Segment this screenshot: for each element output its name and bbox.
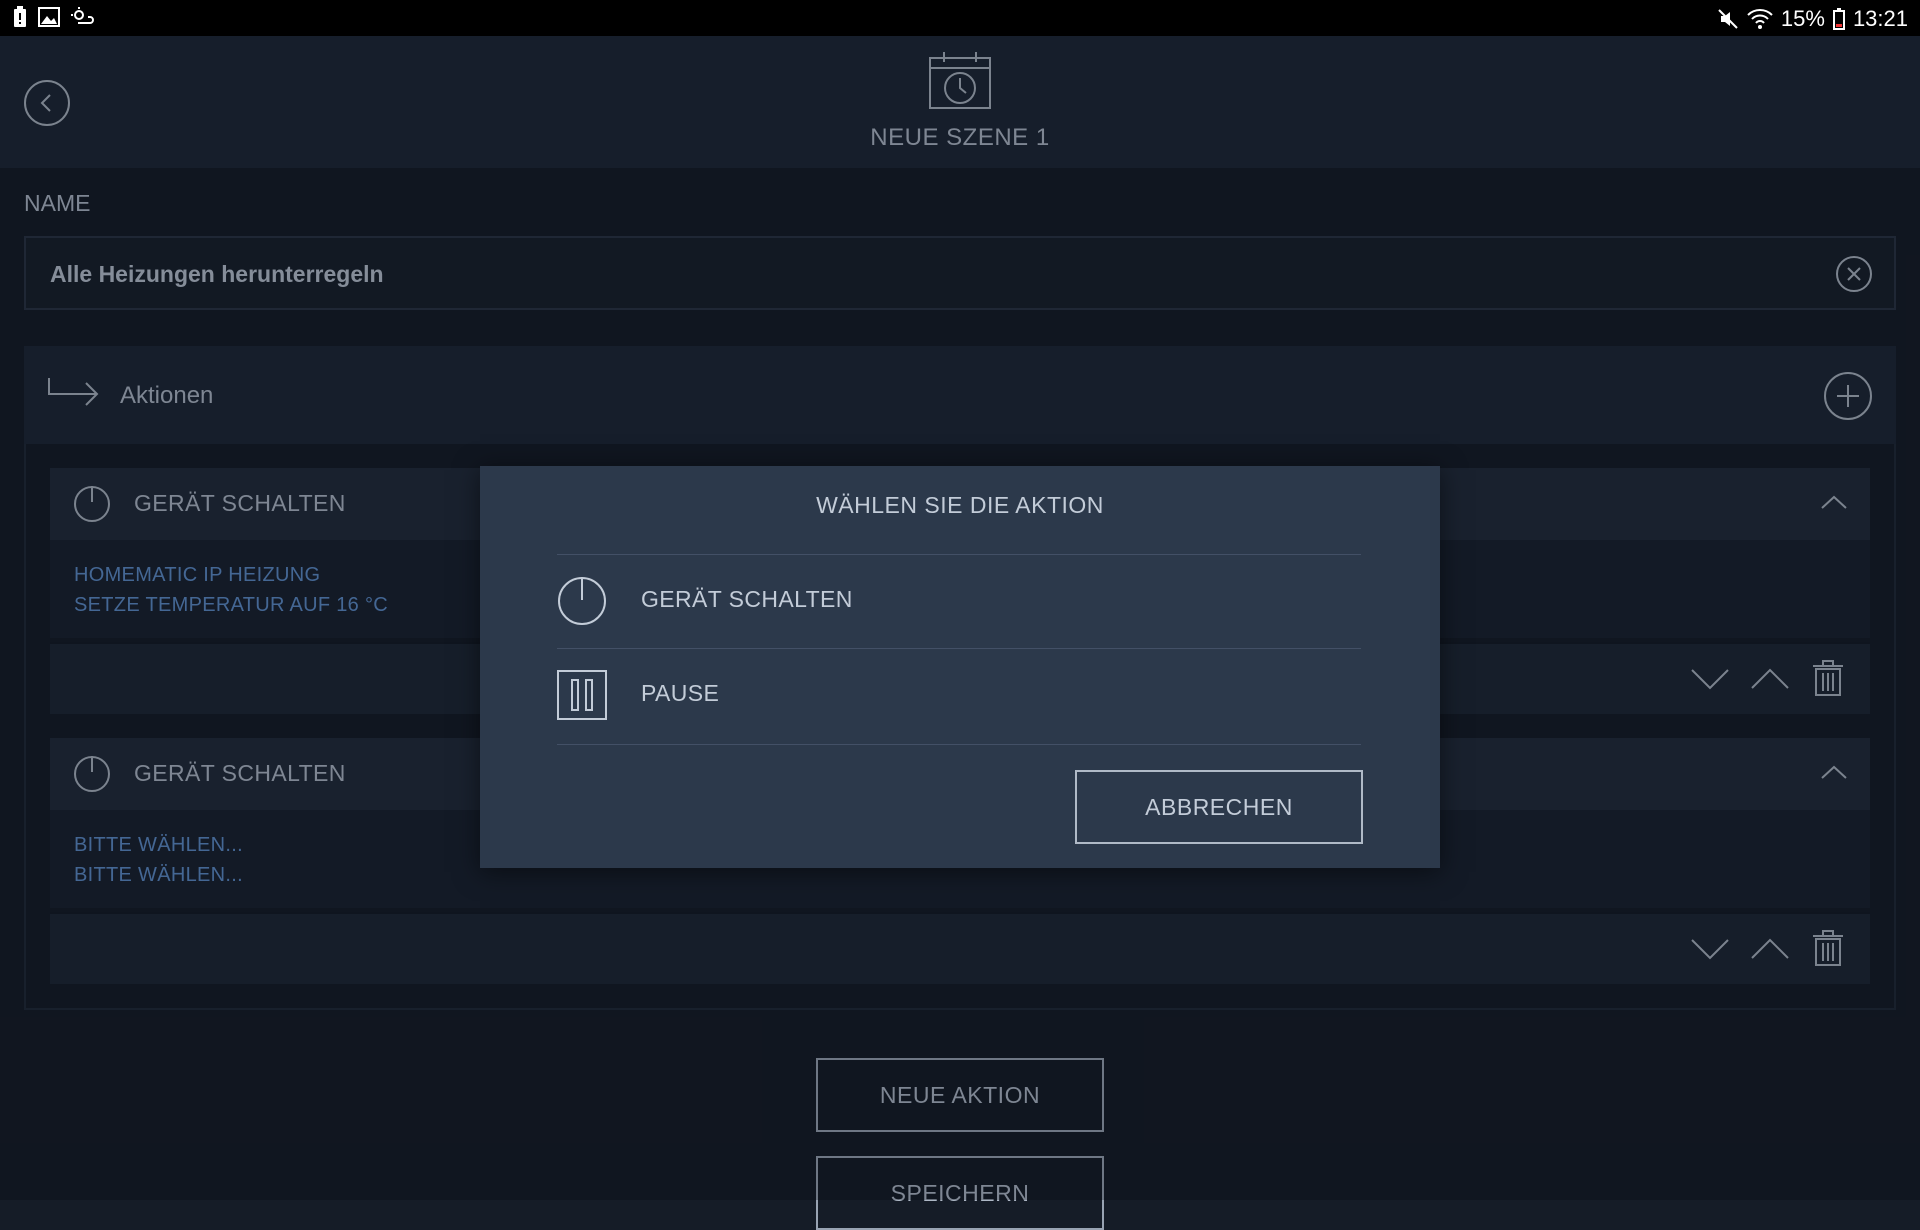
choose-action-dialog: WÄHLEN SIE DIE AKTION GERÄT SCHALTEN PAU… xyxy=(480,466,1440,868)
battery-icon xyxy=(1832,8,1845,30)
battery-percent: 15% xyxy=(1780,6,1825,31)
option-label: GERÄT SCHALTEN xyxy=(641,586,853,612)
image-icon xyxy=(38,7,60,27)
power-icon xyxy=(557,576,607,631)
battery-alert-icon xyxy=(12,6,28,28)
weather-icon xyxy=(70,7,94,27)
wifi-icon xyxy=(1747,8,1773,30)
option-label: PAUSE xyxy=(641,680,720,706)
status-bar: 15% 13:21 xyxy=(0,0,1920,36)
pause-icon xyxy=(557,670,607,725)
option-pause[interactable]: PAUSE xyxy=(557,648,1361,740)
option-switch-device[interactable]: GERÄT SCHALTEN xyxy=(557,554,1361,646)
cancel-button[interactable]: ABBRECHEN xyxy=(1075,770,1363,844)
mute-icon xyxy=(1717,8,1739,30)
dialog-title: WÄHLEN SIE DIE AKTION xyxy=(816,492,1104,518)
clock: 13:21 xyxy=(1852,6,1908,31)
divider xyxy=(557,744,1361,745)
